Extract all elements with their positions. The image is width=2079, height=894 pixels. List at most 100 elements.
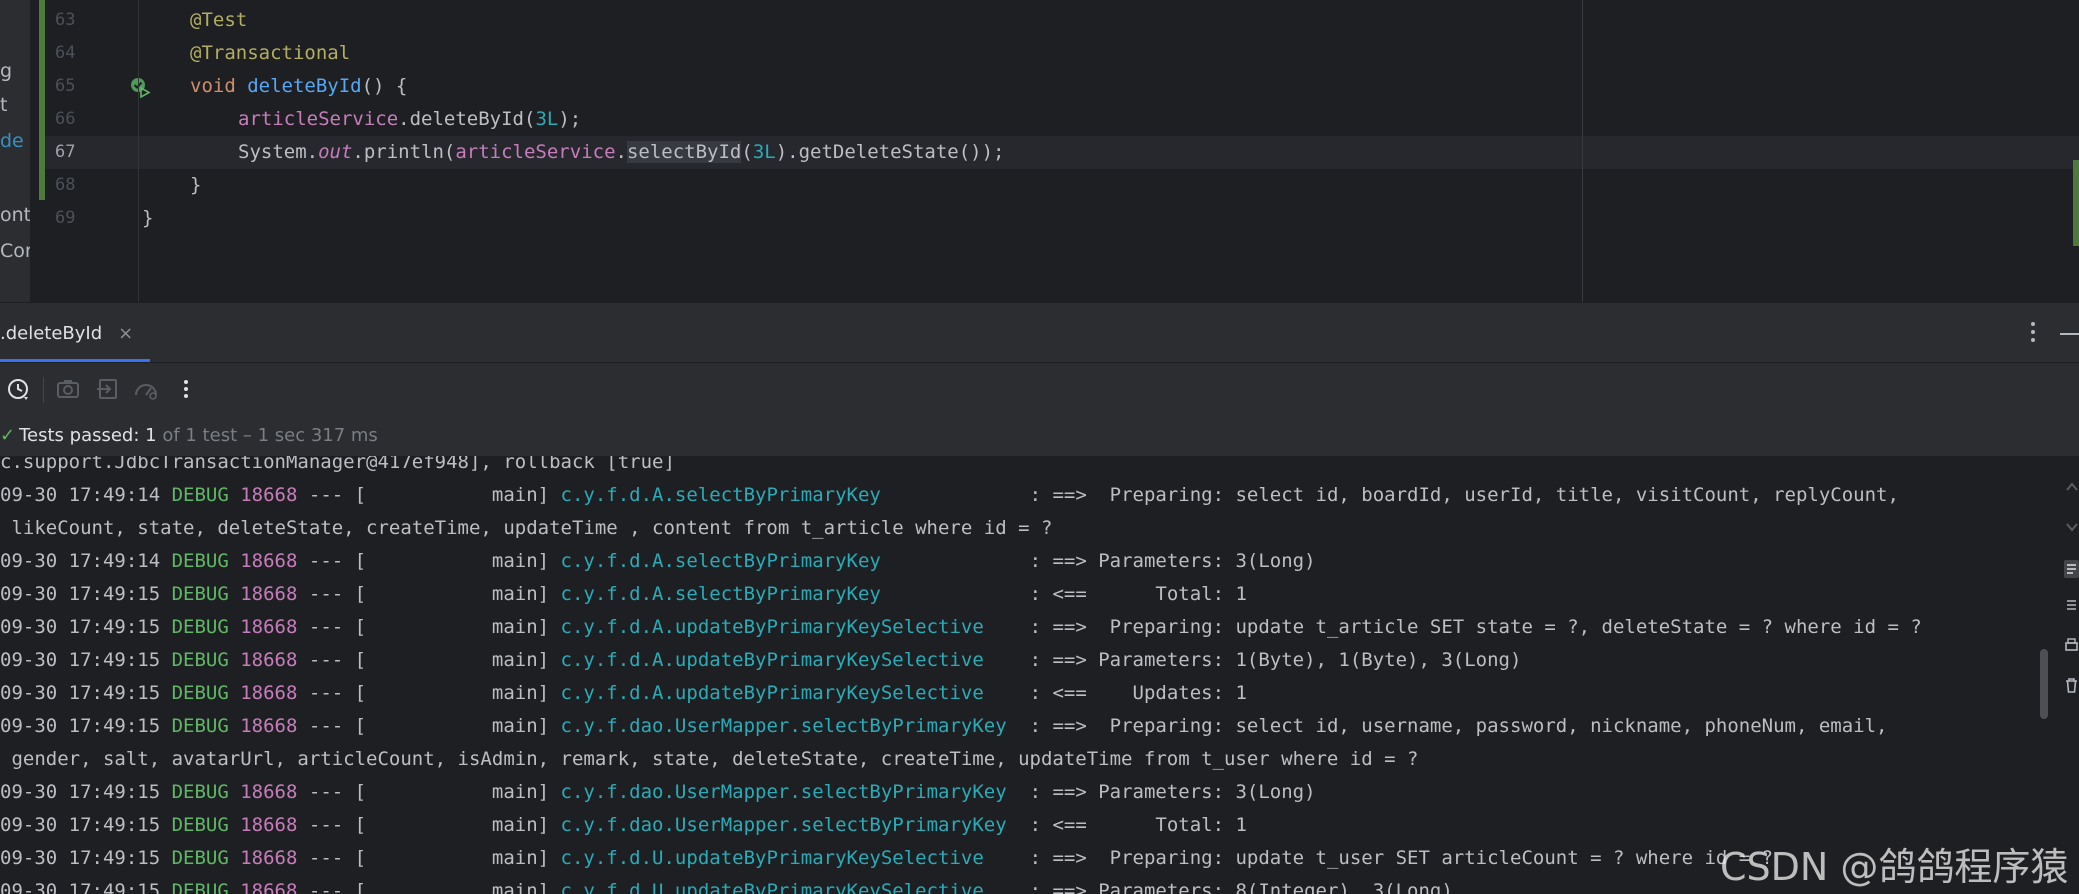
- log-message: : ==> Preparing: update t_article SET st…: [1029, 616, 1922, 638]
- log-padding: [984, 616, 1030, 638]
- console-line[interactable]: 09-30 17:49:15 DEBUG 18668 --- [ main] c…: [0, 710, 1888, 743]
- log-timestamp: 09-30 17:49:15: [0, 682, 172, 704]
- console-scrollbar[interactable]: [2040, 456, 2079, 894]
- run-tab[interactable]: .deleteById ×: [0, 303, 133, 363]
- editor-gutter[interactable]: 63 64 65 66 67 68 69: [45, 0, 151, 302]
- console-output[interactable]: c.support.JdbcTransactionManager@417ef94…: [0, 456, 2040, 894]
- console-line[interactable]: 09-30 17:49:15 DEBUG 18668 --- [ main] c…: [0, 776, 1316, 809]
- console-line[interactable]: 09-30 17:49:15 DEBUG 18668 --- [ main] c…: [0, 842, 1773, 875]
- console-line[interactable]: gender, salt, avatarUrl, articleCount, i…: [0, 743, 1418, 776]
- export-icon[interactable]: [94, 375, 122, 403]
- log-timestamp: 09-30 17:49:15: [0, 781, 172, 803]
- log-padding: [984, 847, 1030, 869]
- log-pid: 18668: [228, 649, 298, 671]
- history-icon[interactable]: [4, 375, 32, 403]
- log-level: DEBUG: [171, 616, 229, 638]
- project-tree-item[interactable]: ont: [0, 204, 30, 226]
- print-icon[interactable]: [2064, 636, 2079, 654]
- log-pid: 18668: [228, 682, 298, 704]
- camera-icon[interactable]: [54, 375, 82, 403]
- more-vertical-icon[interactable]: [2026, 319, 2040, 345]
- project-tree-strip[interactable]: g t de ont Cor: [0, 0, 30, 302]
- log-pid: 18668: [228, 616, 298, 638]
- console-line[interactable]: 09-30 17:49:15 DEBUG 18668 --- [ main] c…: [0, 644, 1521, 677]
- log-level: DEBUG: [171, 781, 229, 803]
- code-token: );: [558, 108, 582, 130]
- toolbar-separator: [43, 377, 44, 403]
- code-token: .println(: [352, 141, 456, 163]
- log-logger: c.y.f.d.A.selectByPrimaryKey: [560, 484, 881, 506]
- run-toolbar: [0, 362, 2079, 416]
- log-timestamp: 09-30 17:49:15: [0, 847, 172, 869]
- log-level: DEBUG: [171, 814, 229, 836]
- run-test-passed-icon[interactable]: [129, 76, 151, 98]
- code-editor[interactable]: g t de ont Cor 63 64 65 66 67 68 69 @Tes…: [0, 0, 2079, 302]
- console-line[interactable]: likeCount, state, deleteState, createTim…: [0, 512, 1052, 545]
- line-number: 65: [55, 76, 76, 96]
- project-tree-item-selected[interactable]: de: [0, 130, 24, 152]
- run-tab-label: .deleteById: [0, 322, 103, 344]
- close-tab-icon[interactable]: ×: [118, 323, 133, 344]
- log-level: DEBUG: [171, 880, 229, 894]
- scroll-up-icon[interactable]: [2064, 478, 2079, 496]
- log-padding: [984, 649, 1030, 671]
- code-line-63[interactable]: @Test: [190, 4, 247, 37]
- error-stripe-marker[interactable]: [2073, 160, 2079, 246]
- code-line-64[interactable]: @Transactional: [190, 37, 350, 70]
- console-line[interactable]: 09-30 17:49:15 DEBUG 18668 --- [ main] c…: [0, 677, 1247, 710]
- code-line-65[interactable]: void deleteById() {: [190, 70, 407, 103]
- console-text: c.support.JdbcTransactionManager@417ef94…: [0, 456, 675, 473]
- line-number: 69: [55, 208, 76, 228]
- log-timestamp: 09-30 17:49:15: [0, 583, 172, 605]
- console-line[interactable]: 09-30 17:49:15 DEBUG 18668 --- [ main] c…: [0, 809, 1247, 842]
- log-thread: --- [ main]: [297, 583, 561, 605]
- code-line-66[interactable]: articleService.deleteById(3L);: [238, 103, 581, 136]
- tests-detail-label: of 1 test – 1 sec 317 ms: [156, 425, 378, 446]
- console-line[interactable]: 09-30 17:49:15 DEBUG 18668 --- [ main] c…: [0, 611, 1922, 644]
- log-timestamp: 09-30 17:49:14: [0, 550, 172, 572]
- line-number-current: 67: [55, 142, 76, 162]
- trash-icon[interactable]: [2064, 676, 2079, 694]
- log-logger: c.y.f.d.A.selectByPrimaryKey: [560, 550, 881, 572]
- log-level: DEBUG: [171, 682, 229, 704]
- scroll-thumb[interactable]: [2040, 649, 2048, 719]
- scroll-down-icon[interactable]: [2064, 518, 2079, 536]
- console-line[interactable]: 09-30 17:49:15 DEBUG 18668 --- [ main] c…: [0, 578, 1247, 611]
- log-message: : <== Total: 1: [1029, 583, 1247, 605]
- console-line[interactable]: 09-30 17:49:14 DEBUG 18668 --- [ main] c…: [0, 479, 1899, 512]
- log-thread: --- [ main]: [297, 649, 561, 671]
- log-pid: 18668: [228, 550, 298, 572]
- log-level: DEBUG: [171, 550, 229, 572]
- log-thread: --- [ main]: [297, 484, 561, 506]
- log-message: : ==> Preparing: select id, boardId, use…: [1029, 484, 1899, 506]
- soft-wrap-icon[interactable]: [2064, 560, 2079, 578]
- code-line-68[interactable]: }: [190, 169, 201, 202]
- console-line[interactable]: 09-30 17:49:15 DEBUG 18668 --- [ main] c…: [0, 875, 1453, 894]
- scroll-to-end-icon[interactable]: [2064, 596, 2079, 614]
- speed-icon[interactable]: [132, 375, 160, 403]
- log-pid: 18668: [228, 715, 298, 737]
- log-thread: --- [ main]: [297, 616, 561, 638]
- field-ref: articleService: [238, 108, 399, 130]
- project-tree-item[interactable]: t: [0, 94, 7, 116]
- code-line-69[interactable]: }: [142, 202, 153, 235]
- log-padding: [881, 550, 1030, 572]
- code-token: .deleteById(: [398, 108, 536, 130]
- annotation: @Test: [190, 9, 248, 31]
- more-vertical-icon[interactable]: [172, 375, 200, 403]
- code-token: }: [190, 174, 202, 196]
- log-timestamp: 09-30 17:49:15: [0, 880, 172, 894]
- gutter-separator: [138, 0, 139, 302]
- console-line[interactable]: c.support.JdbcTransactionManager@417ef94…: [0, 456, 675, 479]
- number-literal: 3L: [535, 108, 559, 130]
- project-tree-item[interactable]: g: [0, 60, 12, 82]
- log-logger: c.y.f.d.A.updateByPrimaryKeySelective: [560, 682, 984, 704]
- code-line-67[interactable]: System.out.println(articleService.select…: [238, 136, 1004, 169]
- log-padding: [1007, 814, 1030, 836]
- project-tree-item[interactable]: Cor: [0, 240, 30, 262]
- minimize-icon[interactable]: [2060, 333, 2079, 335]
- code-token: ).getDeleteState());: [775, 141, 1005, 163]
- console-line[interactable]: 09-30 17:49:14 DEBUG 18668 --- [ main] c…: [0, 545, 1316, 578]
- log-pid: 18668: [228, 880, 298, 894]
- log-pid: 18668: [228, 781, 298, 803]
